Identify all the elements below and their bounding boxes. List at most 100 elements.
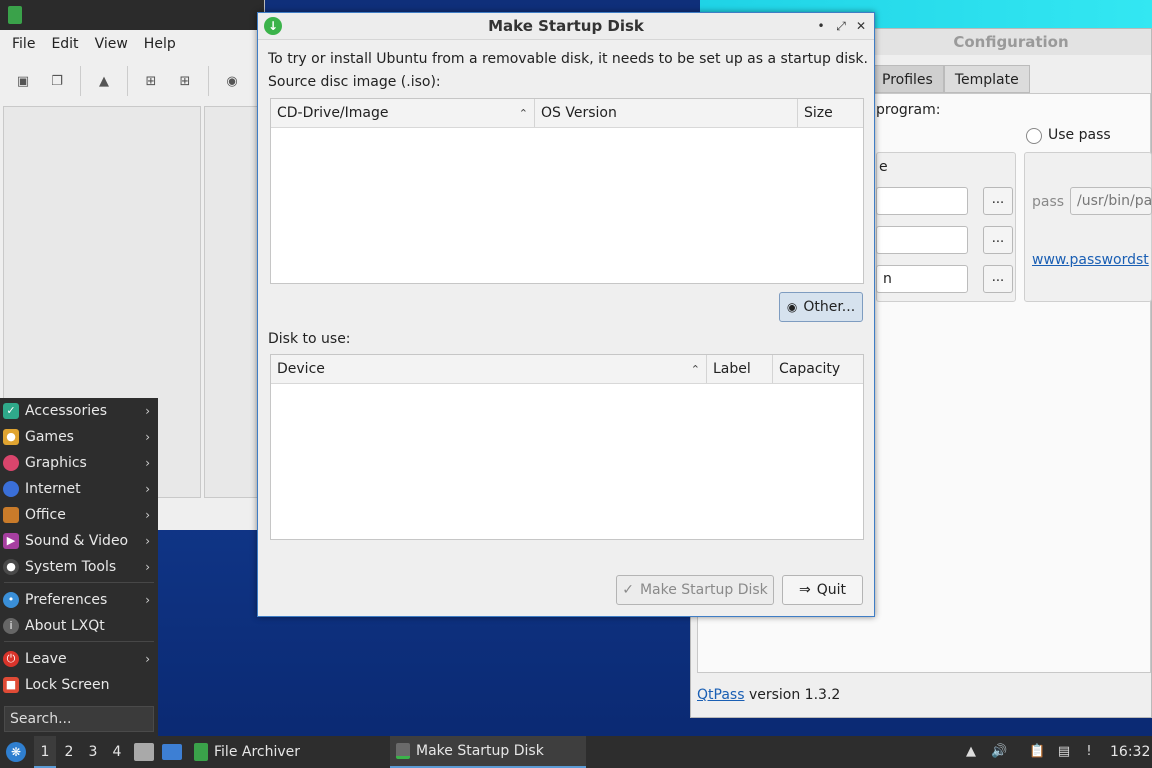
column-capacity[interactable]: Capacity bbox=[773, 355, 863, 383]
menu-item-accessories[interactable]: ✓ Accessories › bbox=[0, 398, 158, 424]
disk-label: Disk to use: bbox=[268, 331, 351, 347]
start-menu: ✓ Accessories › ● Games › Graphics › Int… bbox=[0, 398, 158, 736]
menu-item-about[interactable]: i About LXQt bbox=[0, 613, 158, 639]
menu-item-leave[interactable]: ⏻ Leave › bbox=[0, 646, 158, 672]
extract-icon[interactable]: ▲ bbox=[91, 68, 117, 94]
taskbar: ❋ 1 2 3 4 File Archiver Make Startup Dis… bbox=[0, 736, 1152, 768]
menu-item-internet[interactable]: Internet › bbox=[0, 476, 158, 502]
menu-edit[interactable]: Edit bbox=[43, 36, 86, 52]
footer: QtPass version 1.3.2 bbox=[697, 687, 840, 703]
menu-item-label: Office bbox=[25, 507, 66, 523]
submenu-arrow-icon: › bbox=[145, 652, 150, 666]
submenu-arrow-icon: › bbox=[145, 534, 150, 548]
submenu-arrow-icon: › bbox=[145, 593, 150, 607]
menu-separator bbox=[4, 641, 154, 642]
disk-table-header: Device ⌃ Label Capacity bbox=[271, 355, 863, 384]
start-menu-button[interactable]: ❋ bbox=[6, 736, 26, 768]
toolbar-separator bbox=[127, 66, 128, 96]
path-field-2[interactable] bbox=[876, 226, 968, 254]
column-label: Device bbox=[277, 361, 325, 377]
column-cd-drive-image[interactable]: CD-Drive/Image ⌃ bbox=[271, 99, 535, 127]
internet-icon bbox=[3, 481, 19, 497]
menu-item-office[interactable]: Office › bbox=[0, 502, 158, 528]
tray-arrow-icon[interactable]: ▲ bbox=[963, 744, 979, 760]
file-manager-launcher[interactable] bbox=[134, 736, 154, 768]
menu-view[interactable]: View bbox=[87, 36, 136, 52]
task-file-archiver[interactable]: File Archiver bbox=[188, 736, 384, 768]
disk-table[interactable]: Device ⌃ Label Capacity bbox=[270, 354, 864, 540]
desktop-2[interactable]: 2 bbox=[58, 736, 80, 768]
browse-button-3[interactable]: ... bbox=[983, 265, 1013, 293]
volume-icon[interactable]: 🔊 bbox=[991, 744, 1007, 760]
network-icon[interactable]: ▤ bbox=[1056, 744, 1072, 760]
task-make-startup-disk[interactable]: Make Startup Disk bbox=[390, 736, 586, 768]
menu-help[interactable]: Help bbox=[136, 36, 184, 52]
intro-text: To try or install Ubuntu from a removabl… bbox=[268, 51, 868, 67]
archive-content-pane[interactable] bbox=[204, 106, 262, 498]
maximize-icon[interactable]: ⤢ bbox=[832, 17, 850, 35]
new-archive-icon[interactable]: ▣ bbox=[10, 68, 36, 94]
add-file-icon[interactable]: ⊞ bbox=[138, 68, 164, 94]
version-text: version 1.3.2 bbox=[748, 687, 841, 703]
menu-item-graphics[interactable]: Graphics › bbox=[0, 450, 158, 476]
quit-button[interactable]: ⇒ Quit bbox=[782, 575, 863, 605]
dialog-title: Make Startup Disk bbox=[488, 17, 644, 35]
qtpass-link[interactable]: QtPass bbox=[697, 687, 745, 703]
lock-icon: ■ bbox=[3, 677, 19, 693]
column-label-header[interactable]: Label bbox=[707, 355, 773, 383]
use-pass-radio[interactable] bbox=[1026, 128, 1042, 144]
menu-file[interactable]: File bbox=[4, 36, 43, 52]
clipboard-icon[interactable]: 📋 bbox=[1029, 744, 1045, 760]
menu-item-system-tools[interactable]: ● System Tools › bbox=[0, 554, 158, 580]
path-field-1[interactable] bbox=[876, 187, 968, 215]
stop-icon[interactable]: ◉ bbox=[219, 68, 245, 94]
quit-icon: ⇒ bbox=[798, 582, 811, 598]
leave-icon: ⏻ bbox=[3, 651, 19, 667]
website-link[interactable]: www.passwordst bbox=[1032, 252, 1149, 268]
pass-label: pass bbox=[1032, 194, 1065, 210]
close-icon[interactable]: ✕ bbox=[852, 17, 870, 35]
file-archiver-toolbar: ▣ ❐ ▲ ⊞ ⊞ ◉ bbox=[0, 58, 264, 104]
column-size[interactable]: Size bbox=[798, 99, 863, 127]
menu-separator bbox=[4, 582, 154, 583]
source-image-table[interactable]: CD-Drive/Image ⌃ OS Version Size bbox=[270, 98, 864, 284]
path-field-3[interactable]: n bbox=[876, 265, 968, 293]
column-device[interactable]: Device ⌃ bbox=[271, 355, 707, 383]
browse-button-2[interactable]: ... bbox=[983, 226, 1013, 254]
startup-disk-icon bbox=[396, 743, 410, 759]
pass-group bbox=[1024, 152, 1152, 302]
menu-item-label: Preferences bbox=[25, 592, 108, 608]
tab-profiles[interactable]: Profiles bbox=[871, 65, 944, 93]
pass-path-field[interactable]: /usr/bin/pa bbox=[1070, 187, 1152, 215]
use-pass-label[interactable]: Use pass bbox=[1048, 127, 1111, 143]
menu-item-preferences[interactable]: • Preferences › bbox=[0, 587, 158, 613]
add-folder-icon[interactable]: ⊞ bbox=[172, 68, 198, 94]
tab-template[interactable]: Template bbox=[943, 65, 1030, 93]
copy-icon[interactable]: ❐ bbox=[44, 68, 70, 94]
update-notifier-icon[interactable]: ! bbox=[1081, 744, 1097, 760]
other-icon: ◉ bbox=[786, 300, 798, 314]
file-archiver-titlebar[interactable] bbox=[0, 0, 264, 30]
quit-button-label: Quit bbox=[816, 582, 846, 598]
clock[interactable]: 16:32 bbox=[1110, 736, 1150, 768]
source-table-header: CD-Drive/Image ⌃ OS Version Size bbox=[271, 99, 863, 128]
submenu-arrow-icon: › bbox=[145, 508, 150, 522]
submenu-arrow-icon: › bbox=[145, 482, 150, 496]
menu-item-sound-video[interactable]: ▶ Sound & Video › bbox=[0, 528, 158, 554]
column-os-version[interactable]: OS Version bbox=[535, 99, 798, 127]
menu-search-input[interactable]: Search... bbox=[4, 706, 154, 732]
preferences-icon: • bbox=[3, 592, 19, 608]
desktop-4[interactable]: 4 bbox=[106, 736, 128, 768]
make-startup-disk-button[interactable]: ✓ Make Startup Disk bbox=[616, 575, 774, 605]
dialog-titlebar[interactable]: ↓ Make Startup Disk • ⤢ ✕ bbox=[258, 13, 874, 40]
show-desktop-launcher[interactable] bbox=[162, 736, 182, 768]
browse-button-1[interactable]: ... bbox=[983, 187, 1013, 215]
other-button[interactable]: ◉ Other... bbox=[779, 292, 863, 322]
menu-item-lock-screen[interactable]: ■ Lock Screen bbox=[0, 672, 158, 698]
desktop-1[interactable]: 1 bbox=[34, 736, 56, 768]
desktop-3[interactable]: 3 bbox=[82, 736, 104, 768]
menu-item-games[interactable]: ● Games › bbox=[0, 424, 158, 450]
minimize-icon[interactable]: • bbox=[812, 17, 830, 35]
make-startup-disk-dialog: ↓ Make Startup Disk • ⤢ ✕ To try or inst… bbox=[257, 12, 875, 617]
toolbar-separator bbox=[80, 66, 81, 96]
